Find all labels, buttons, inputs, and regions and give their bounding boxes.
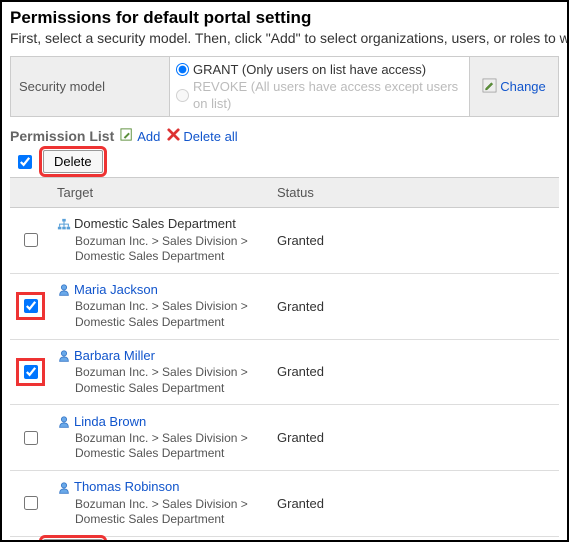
status-value: Granted [271,208,559,274]
row-checkbox[interactable] [24,496,38,510]
col-status: Status [271,178,559,208]
org-icon [57,216,71,232]
status-value: Granted [271,273,559,339]
user-icon [57,479,71,495]
grant-label: GRANT (Only users on list have access) [193,61,426,78]
status-value: Granted [271,339,559,405]
user-icon [57,413,71,429]
grant-radio[interactable] [176,63,189,76]
delete-button-top[interactable]: Delete [43,150,103,173]
target-path: Bozuman Inc. > Sales Division > Domestic… [75,234,265,265]
target-link[interactable]: Barbara Miller [74,348,155,363]
select-all-top[interactable] [18,155,32,169]
table-row: Thomas Robinson Bozuman Inc. > Sales Divi… [10,471,559,537]
target-name: Domestic Sales Department [74,216,236,231]
row-checkbox[interactable] [24,299,38,313]
target-link[interactable]: Maria Jackson [74,282,158,297]
user-icon [57,282,71,298]
user-icon [57,348,71,364]
row-checkbox[interactable] [24,431,38,445]
target-path: Bozuman Inc. > Sales Division > Domestic… [75,299,265,330]
revoke-radio[interactable] [176,89,189,102]
pencil-icon [482,78,497,96]
revoke-label: REVOKE (All users have access except use… [193,78,463,112]
col-check [10,178,51,208]
delete-all-label: Delete all [183,129,237,144]
add-icon [120,127,135,145]
page-subtitle: First, select a security model. Then, cl… [10,30,559,46]
target-path: Bozuman Inc. > Sales Division > Domestic… [75,365,265,396]
add-label: Add [137,129,160,144]
target-link[interactable]: Thomas Robinson [74,479,180,494]
change-link[interactable]: Change [500,79,546,94]
security-model-panel: Security model GRANT (Only users on list… [10,56,559,117]
table-row: Domestic Sales Department Bozuman Inc. > … [10,208,559,274]
delete-all-icon [166,127,181,145]
row-checkbox[interactable] [24,233,38,247]
delete-all-link[interactable]: Delete all [166,127,237,145]
target-link[interactable]: Linda Brown [74,414,146,429]
page-title: Permissions for default portal setting [10,8,559,28]
add-link[interactable]: Add [120,127,160,145]
target-path: Bozuman Inc. > Sales Division > Domestic… [75,497,265,528]
permission-list-heading: Permission List [10,128,114,144]
col-target: Target [51,178,271,208]
table-row: Linda Brown Bozuman Inc. > Sales Division… [10,405,559,471]
status-value: Granted [271,405,559,471]
table-row: Barbara Miller Bozuman Inc. > Sales Divis… [10,339,559,405]
target-path: Bozuman Inc. > Sales Division > Domestic… [75,431,265,462]
table-row: Maria Jackson Bozuman Inc. > Sales Divisi… [10,273,559,339]
permission-table: Target Status Domestic Sales Department B… [10,177,559,537]
security-model-label: Security model [11,57,169,116]
row-checkbox[interactable] [24,365,38,379]
status-value: Granted [271,471,559,537]
